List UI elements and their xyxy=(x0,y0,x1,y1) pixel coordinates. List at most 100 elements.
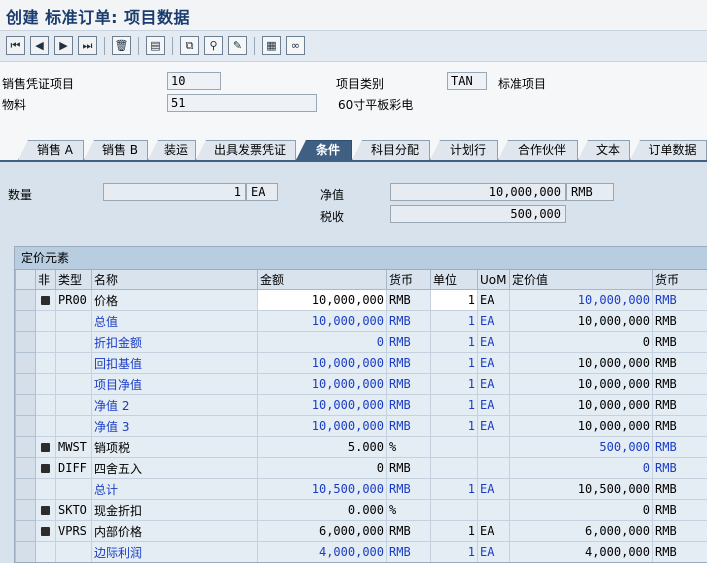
display-document-icon[interactable]: ▤ xyxy=(146,36,165,55)
table-row[interactable]: MWST销项税5.000%500,000RMB xyxy=(16,437,707,458)
table-row[interactable]: 总值10,000,000RMB1EA10,000,000RMB xyxy=(16,311,707,332)
tab-conditions[interactable]: 条件 xyxy=(296,140,352,160)
item-number-field[interactable]: 10 xyxy=(167,72,221,90)
row-selector[interactable] xyxy=(16,311,36,332)
row-selector[interactable] xyxy=(16,437,36,458)
table-row[interactable]: 边际利润4,000,000RMB1EA4,000,000RMB xyxy=(16,542,707,563)
net-value-field[interactable]: 10,000,000 xyxy=(390,183,566,201)
table-row[interactable]: DIFF四舍五入0RMB0RMB xyxy=(16,458,707,479)
uom-field[interactable]: EA xyxy=(478,311,510,332)
condition-type[interactable] xyxy=(56,374,92,395)
col-header-inactive[interactable]: 非 xyxy=(36,270,56,290)
row-selector[interactable] xyxy=(16,353,36,374)
tab-sales-b[interactable]: 销售 B xyxy=(84,140,148,160)
quantity-field[interactable]: 1 xyxy=(103,183,246,201)
amount-field[interactable]: 10,000,000 xyxy=(258,374,387,395)
uom-field[interactable]: EA xyxy=(478,290,510,311)
pricing-unit-field[interactable]: 1 xyxy=(431,311,478,332)
condition-type[interactable] xyxy=(56,395,92,416)
table-row[interactable]: 净值 310,000,000RMB1EA10,000,000RMB xyxy=(16,416,707,437)
currency-field[interactable]: RMB xyxy=(387,332,431,353)
tab-schedule-lines[interactable]: 计划行 xyxy=(430,140,498,160)
currency-field[interactable]: RMB xyxy=(387,542,431,563)
amount-field[interactable]: 10,500,000 xyxy=(258,479,387,500)
edit-icon[interactable]: ✎ xyxy=(228,36,247,55)
pricing-unit-field[interactable]: 1 xyxy=(431,479,478,500)
table-row[interactable]: 折扣金额0RMB1EA0RMB xyxy=(16,332,707,353)
col-header-type[interactable]: 类型 xyxy=(56,270,92,290)
uom-field[interactable] xyxy=(478,437,510,458)
tab-order-data[interactable]: 订单数据 xyxy=(630,140,707,160)
tab-partners[interactable]: 合作伙伴 xyxy=(498,140,578,160)
uom-field[interactable]: EA xyxy=(478,353,510,374)
tab-shipping[interactable]: 装运 xyxy=(148,140,196,160)
uom-field[interactable]: EA xyxy=(478,479,510,500)
material-field[interactable]: 51 xyxy=(167,94,317,112)
currency-field[interactable]: % xyxy=(387,500,431,521)
item-category-field[interactable]: TAN xyxy=(447,72,487,90)
amount-field[interactable]: 10,000,000 xyxy=(258,290,387,311)
first-page-icon[interactable]: ⏮ xyxy=(6,36,25,55)
currency-field[interactable]: RMB xyxy=(387,458,431,479)
amount-field[interactable]: 10,000,000 xyxy=(258,416,387,437)
tab-sales-a[interactable]: 销售 A xyxy=(18,140,84,160)
table-row[interactable]: VPRS内部价格6,000,000RMB1EA6,000,000RMB xyxy=(16,521,707,542)
tab-account-assignment[interactable]: 科目分配 xyxy=(352,140,430,160)
currency-field[interactable]: RMB xyxy=(387,374,431,395)
table-row[interactable]: 回扣基值10,000,000RMB1EA10,000,000RMB xyxy=(16,353,707,374)
uom-field[interactable]: EA xyxy=(478,542,510,563)
delete-icon[interactable]: 🗑 xyxy=(112,36,131,55)
row-selector[interactable] xyxy=(16,458,36,479)
row-selector[interactable] xyxy=(16,500,36,521)
pricing-unit-field[interactable]: 1 xyxy=(431,374,478,395)
last-page-icon[interactable]: ⏭ xyxy=(78,36,97,55)
currency-field[interactable]: RMB xyxy=(387,353,431,374)
next-page-icon[interactable]: ▶ xyxy=(54,36,73,55)
previous-page-icon[interactable]: ◀ xyxy=(30,36,49,55)
col-header-condition-value[interactable]: 定价值 xyxy=(510,270,653,290)
uom-field[interactable]: EA xyxy=(478,395,510,416)
uom-field[interactable]: EA xyxy=(478,521,510,542)
condition-type[interactable] xyxy=(56,479,92,500)
amount-field[interactable]: 10,000,000 xyxy=(258,353,387,374)
condition-type[interactable]: MWST xyxy=(56,437,92,458)
table-row[interactable]: 净值 210,000,000RMB1EA10,000,000RMB xyxy=(16,395,707,416)
uom-field[interactable]: EA xyxy=(478,332,510,353)
condition-type[interactable]: SKTO xyxy=(56,500,92,521)
table-row[interactable]: 总计10,500,000RMB1EA10,500,000RMB xyxy=(16,479,707,500)
currency-field[interactable]: RMB xyxy=(387,311,431,332)
condition-type[interactable]: DIFF xyxy=(56,458,92,479)
pricing-unit-field[interactable]: 1 xyxy=(431,290,478,311)
pricing-unit-field[interactable] xyxy=(431,500,478,521)
amount-field[interactable]: 0 xyxy=(258,458,387,479)
pricing-unit-field[interactable] xyxy=(431,458,478,479)
pricing-unit-field[interactable]: 1 xyxy=(431,332,478,353)
pricing-unit-field[interactable] xyxy=(431,437,478,458)
row-selector[interactable] xyxy=(16,542,36,563)
amount-field[interactable]: 0 xyxy=(258,332,387,353)
quantity-unit-field[interactable]: EA xyxy=(246,183,278,201)
pricing-unit-field[interactable]: 1 xyxy=(431,353,478,374)
tab-texts[interactable]: 文本 xyxy=(578,140,630,160)
currency-field[interactable]: RMB xyxy=(387,479,431,500)
calculator-icon[interactable]: ▦ xyxy=(262,36,281,55)
amount-field[interactable]: 10,000,000 xyxy=(258,311,387,332)
col-header-value-currency[interactable]: 货币 xyxy=(653,270,707,290)
copy-item-icon[interactable]: ⧉ xyxy=(180,36,199,55)
pricing-unit-field[interactable]: 1 xyxy=(431,395,478,416)
condition-type[interactable] xyxy=(56,542,92,563)
tab-billing[interactable]: 出具发票凭证 xyxy=(196,140,296,160)
amount-field[interactable]: 6,000,000 xyxy=(258,521,387,542)
condition-type[interactable]: VPRS xyxy=(56,521,92,542)
row-selector[interactable] xyxy=(16,521,36,542)
glasses-icon[interactable]: ∞ xyxy=(286,36,305,55)
currency-field[interactable]: RMB xyxy=(387,521,431,542)
condition-type[interactable] xyxy=(56,416,92,437)
col-header-currency[interactable]: 货币 xyxy=(387,270,431,290)
row-selector[interactable] xyxy=(16,416,36,437)
uom-field[interactable]: EA xyxy=(478,374,510,395)
currency-field[interactable]: RMB xyxy=(387,416,431,437)
uom-field[interactable] xyxy=(478,458,510,479)
condition-type[interactable] xyxy=(56,332,92,353)
row-selector[interactable] xyxy=(16,290,36,311)
